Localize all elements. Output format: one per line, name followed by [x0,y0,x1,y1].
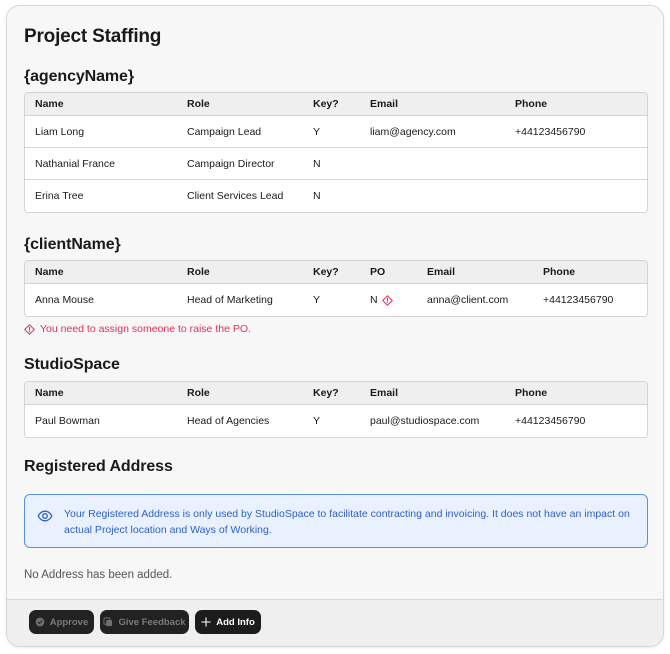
table-row[interactable]: Anna Mouse Head of Marketing Y N anna@cl… [25,284,647,316]
address-info-banner: Your Registered Address is only used by … [24,494,648,548]
client-table: Name Role Key? PO Email Phone Anna Mouse… [24,260,648,317]
empty-address-text: No Address has been added. [24,569,173,581]
column-header: Phone [505,93,647,116]
cell-key: N [303,180,360,212]
feedback-label: Give Feedback [118,616,186,628]
column-header: Role [177,382,303,405]
agency-table: Name Role Key? Email Phone Liam Long Cam… [24,92,648,213]
column-header: PO [360,261,417,284]
table-header-row: Name Role Key? PO Email Phone [25,261,647,284]
table-header-row: Name Role Key? Email Phone [25,93,647,116]
column-header: Role [177,93,303,116]
error-text: You need to assign someone to raise the … [40,323,251,335]
page-title: Project Staffing [24,26,162,47]
cell-role: Client Services Lead [177,180,303,212]
info-text: Your Registered Address is only used by … [64,508,630,536]
cell-phone [505,148,647,180]
cell-phone: +44123456790 [505,405,647,437]
studio-heading: StudioSpace [24,356,120,373]
project-staffing-card: Project Staffing {agencyName} Name Role … [6,5,664,647]
cell-name: Anna Mouse [25,284,177,316]
cell-key: Y [303,405,360,437]
give-feedback-button[interactable]: Give Feedback [100,610,189,634]
column-header: Email [417,261,533,284]
warning-icon [24,323,35,335]
column-header: Name [25,261,177,284]
cell-key: Y [303,116,360,148]
po-value: N [370,294,378,306]
check-circle-icon [35,617,45,627]
action-footer: Approve Give Feedback Add Info [7,599,663,646]
warning-icon [381,294,393,306]
eye-icon [37,510,53,522]
cell-key: Y [303,284,360,316]
cell-email [360,148,505,180]
cell-email [360,180,505,212]
table-row[interactable]: Erina Tree Client Services Lead N [25,180,647,212]
column-header: Name [25,93,177,116]
approve-label: Approve [49,616,89,628]
cell-email: liam@agency.com [360,116,505,148]
column-header: Key? [303,93,360,116]
table-row[interactable]: Nathanial France Campaign Director N [25,148,647,180]
studio-table: Name Role Key? Email Phone Paul Bowman H… [24,381,648,438]
cell-email: anna@client.com [417,284,533,316]
column-header: Phone [533,261,647,284]
cell-name: Nathanial France [25,148,177,180]
cell-phone [505,180,647,212]
cell-name: Paul Bowman [25,405,177,437]
client-heading: {clientName} [24,236,121,253]
cell-email: paul@studiospace.com [360,405,505,437]
column-header: Key? [303,382,360,405]
cell-role: Campaign Director [177,148,303,180]
agency-heading: {agencyName} [24,68,134,85]
column-header: Key? [303,261,360,284]
cell-name: Liam Long [25,116,177,148]
column-header: Email [360,382,505,405]
cell-po: N [360,284,417,316]
content-area: Project Staffing {agencyName} Name Role … [7,6,663,599]
column-header: Phone [505,382,647,405]
table-header-row: Name Role Key? Email Phone [25,382,647,405]
cell-role: Campaign Lead [177,116,303,148]
address-heading: Registered Address [24,458,173,475]
column-header: Role [177,261,303,284]
cell-phone: +44123456790 [533,284,647,316]
feedback-icon [104,617,113,627]
column-header: Email [360,93,505,116]
add-info-label: Add Info [216,616,255,628]
plus-icon [201,617,211,627]
column-header: Name [25,382,177,405]
add-info-button[interactable]: Add Info [195,610,261,634]
cell-role: Head of Marketing [177,284,303,316]
cell-name: Erina Tree [25,180,177,212]
approve-button[interactable]: Approve [29,610,94,634]
cell-key: N [303,148,360,180]
cell-phone: +44123456790 [505,116,647,148]
table-row[interactable]: Paul Bowman Head of Agencies Y paul@stud… [25,405,647,437]
table-row[interactable]: Liam Long Campaign Lead Y liam@agency.co… [25,116,647,148]
cell-role: Head of Agencies [177,405,303,437]
po-error-message: You need to assign someone to raise the … [24,323,251,335]
